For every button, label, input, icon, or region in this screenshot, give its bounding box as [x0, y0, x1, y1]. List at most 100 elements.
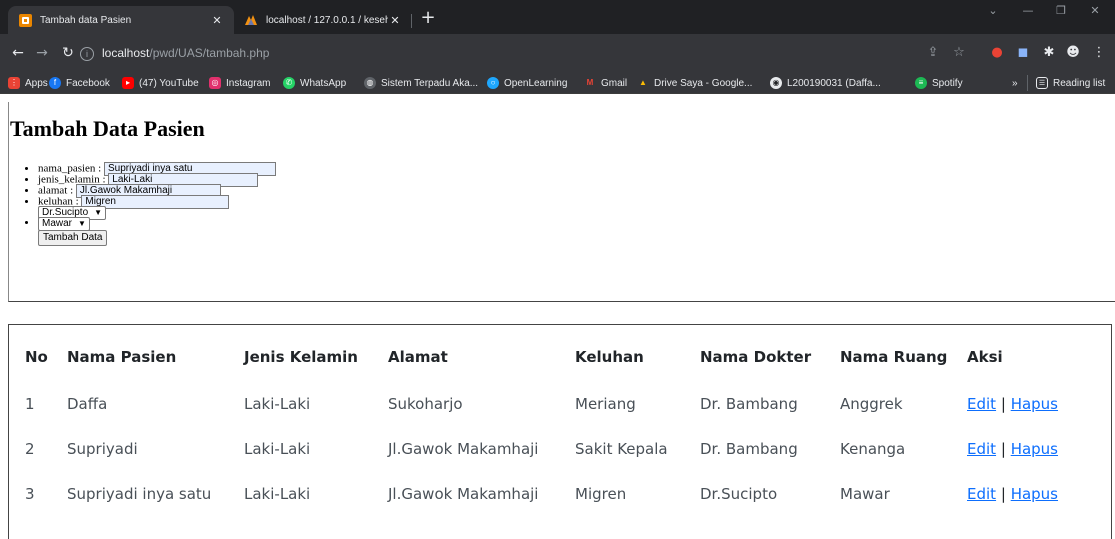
bookmark-instagram[interactable]: ◎ Instagram — [209, 75, 270, 91]
bookmark-google-drive[interactable]: ▲ Drive Saya - Google... — [637, 75, 752, 91]
bookmark-label: (47) YouTube — [139, 77, 199, 89]
bookmark-youtube[interactable]: ▸ (47) YouTube — [122, 75, 199, 91]
bookmark-facebook[interactable]: f Facebook — [49, 75, 110, 91]
close-tab-icon[interactable]: ✕ — [210, 14, 224, 27]
share-icon[interactable]: ⇪ — [924, 44, 942, 62]
cell-aksi: Edit | Hapus — [959, 381, 1069, 426]
tab-search-icon[interactable]: ⌄ — [978, 4, 1008, 24]
column-header: No — [25, 348, 48, 366]
cell-jenis-kelamin: Laki-Laki — [244, 394, 311, 413]
cell-nama-pasien: Supriyadi inya satu — [67, 484, 212, 503]
tab-strip: Tambah data Pasien ✕ localhost / 127.0.0… — [0, 0, 1115, 34]
minimize-icon[interactable]: — — [1013, 4, 1043, 24]
extension-shield-icon[interactable]: ● — [988, 44, 1006, 62]
edit-link[interactable]: Edit — [967, 440, 996, 458]
column-header: Nama Pasien — [67, 348, 177, 366]
new-tab-button[interactable]: + — [418, 9, 438, 29]
menu-kebab-icon[interactable]: ⋮ — [1090, 44, 1108, 62]
hapus-link[interactable]: Hapus — [1011, 395, 1058, 413]
bookmark-whatsapp[interactable]: ✆ WhatsApp — [283, 75, 346, 91]
bookmarks-overflow[interactable]: » — [1012, 75, 1018, 91]
close-tab-icon[interactable]: ✕ — [388, 14, 402, 27]
reading-list-button[interactable]: ☰ Reading list — [1027, 75, 1105, 91]
action-separator: | — [1000, 484, 1006, 503]
bookmarks-bar: ⋮ Apps f Facebook ▸ (47) YouTube ◎ Instagram… — [0, 72, 1115, 94]
hapus-link[interactable]: Hapus — [1011, 485, 1058, 503]
cell-aksi: Edit | Hapus — [959, 471, 1069, 516]
instagram-icon: ◎ — [209, 77, 221, 89]
table-row: 3 Supriyadi inya satu Laki-Laki Jl.Gawok… — [17, 471, 1069, 516]
column-header: Keluhan — [575, 348, 644, 366]
edit-link[interactable]: Edit — [967, 485, 996, 503]
tambah-data-button[interactable]: Tambah Data — [38, 230, 108, 246]
field-submit: Tambah Data — [38, 230, 276, 246]
bookmark-label: Spotify — [932, 77, 963, 89]
apps-grid-icon: ⋮ — [8, 77, 20, 89]
github-icon: ◉ — [770, 77, 782, 89]
cell-no: 2 — [25, 439, 35, 458]
back-arrow-icon[interactable]: ← — [8, 43, 28, 63]
reading-list-label: Reading list — [1053, 77, 1106, 89]
url-path: /pwd/UAS/tambah.php — [149, 46, 270, 60]
cell-jenis-kelamin: Laki-Laki — [244, 484, 311, 503]
chevron-down-icon: ▼ — [94, 208, 103, 217]
tab-title: Tambah data Pasien — [40, 14, 132, 26]
bookmark-spotify[interactable]: ≡ Spotify — [915, 75, 963, 91]
facebook-icon: f — [49, 77, 61, 89]
cell-nama-pasien: Supriyadi — [67, 439, 138, 458]
cell-alamat: Sukoharjo — [388, 394, 463, 413]
hapus-link[interactable]: Hapus — [1011, 440, 1058, 458]
profile-avatar-icon[interactable]: ☻ — [1064, 44, 1082, 62]
bookmark-star-icon[interactable]: ☆ — [950, 44, 968, 62]
field-ruang: Mawar ▼ — [38, 217, 276, 231]
bookmark-apps[interactable]: ⋮ Apps — [8, 75, 48, 91]
restore-icon[interactable]: ❐ — [1046, 4, 1076, 24]
address-bar[interactable]: i localhost/pwd/UAS/tambah.php — [80, 46, 269, 61]
google-drive-icon: ▲ — [639, 78, 647, 87]
bookmark-label: Instagram — [226, 77, 271, 89]
cell-nama-ruang: Mawar — [840, 484, 890, 503]
site-info-icon[interactable]: i — [80, 47, 94, 61]
table-header-row: No Nama Pasien Jenis Kelamin Alamat Kelu… — [17, 333, 1069, 381]
bookmark-label: L200190031 (Daffa... — [787, 77, 881, 89]
table-row: 1 Daffa Laki-Laki Sukoharjo Meriang Dr. … — [17, 381, 1069, 426]
column-header: Nama Dokter — [700, 348, 812, 366]
tab-title: localhost / 127.0.0.1 / kesehatan_ — [266, 14, 388, 26]
bookmark-gmail[interactable]: M Gmail — [584, 75, 627, 91]
field-nama-pasien: nama_pasien : Supriyadi inya satu — [38, 162, 276, 176]
column-header: Aksi — [967, 348, 1003, 366]
extension-translate-icon[interactable]: ◼ — [1014, 44, 1032, 62]
bookmark-github[interactable]: ◉ L200190031 (Daffa... — [770, 75, 881, 91]
cell-alamat: Jl.Gawok Makamhaji — [388, 439, 539, 458]
spotify-icon: ≡ — [915, 77, 927, 89]
site-favicon-icon — [18, 13, 32, 27]
edit-link[interactable]: Edit — [967, 395, 996, 413]
overflow-chevron-icon: » — [1012, 77, 1018, 89]
tab-phpmyadmin[interactable]: localhost / 127.0.0.1 / kesehatan_ ✕ — [234, 6, 412, 34]
bookmark-sistem-terpadu[interactable]: ◍ Sistem Terpadu Aka... — [364, 75, 478, 91]
cell-nama-dokter: Dr. Bambang — [700, 394, 798, 413]
page-content: Tambah Data Pasien nama_pasien : Supriya… — [0, 94, 1115, 539]
close-window-icon[interactable]: ✕ — [1080, 4, 1110, 24]
cell-aksi: Edit | Hapus — [959, 426, 1069, 471]
bookmark-label: WhatsApp — [300, 77, 347, 89]
forward-arrow-icon[interactable]: → — [32, 43, 52, 63]
table-row: 2 Supriyadi Laki-Laki Jl.Gawok Makamhaji… — [17, 426, 1069, 471]
action-separator: | — [1000, 394, 1006, 413]
reading-list-icon: ☰ — [1036, 77, 1048, 89]
cell-no: 1 — [25, 394, 35, 413]
ruang-select-value: Mawar — [42, 218, 73, 229]
tab-separator — [411, 14, 412, 28]
tab-tambah-data-pasien[interactable]: Tambah data Pasien ✕ — [8, 6, 234, 34]
bookmark-openlearning[interactable]: ○ OpenLearning — [487, 75, 567, 91]
form-fields-list: nama_pasien : Supriyadi inya satu jenis_… — [38, 162, 276, 246]
phpmyadmin-favicon-icon — [244, 13, 258, 27]
cell-alamat: Jl.Gawok Makamhaji — [388, 484, 539, 503]
reload-icon[interactable]: ↻ — [58, 43, 78, 63]
url-host: localhost — [102, 46, 150, 60]
cell-nama-ruang: Anggrek — [840, 394, 903, 413]
globe-icon: ◍ — [364, 77, 376, 89]
field-jenis-kelamin: jenis_kelamin : Laki-Laki — [38, 173, 276, 187]
ruang-select[interactable]: Mawar ▼ — [38, 217, 90, 231]
extensions-puzzle-icon[interactable]: ✱ — [1040, 44, 1058, 62]
